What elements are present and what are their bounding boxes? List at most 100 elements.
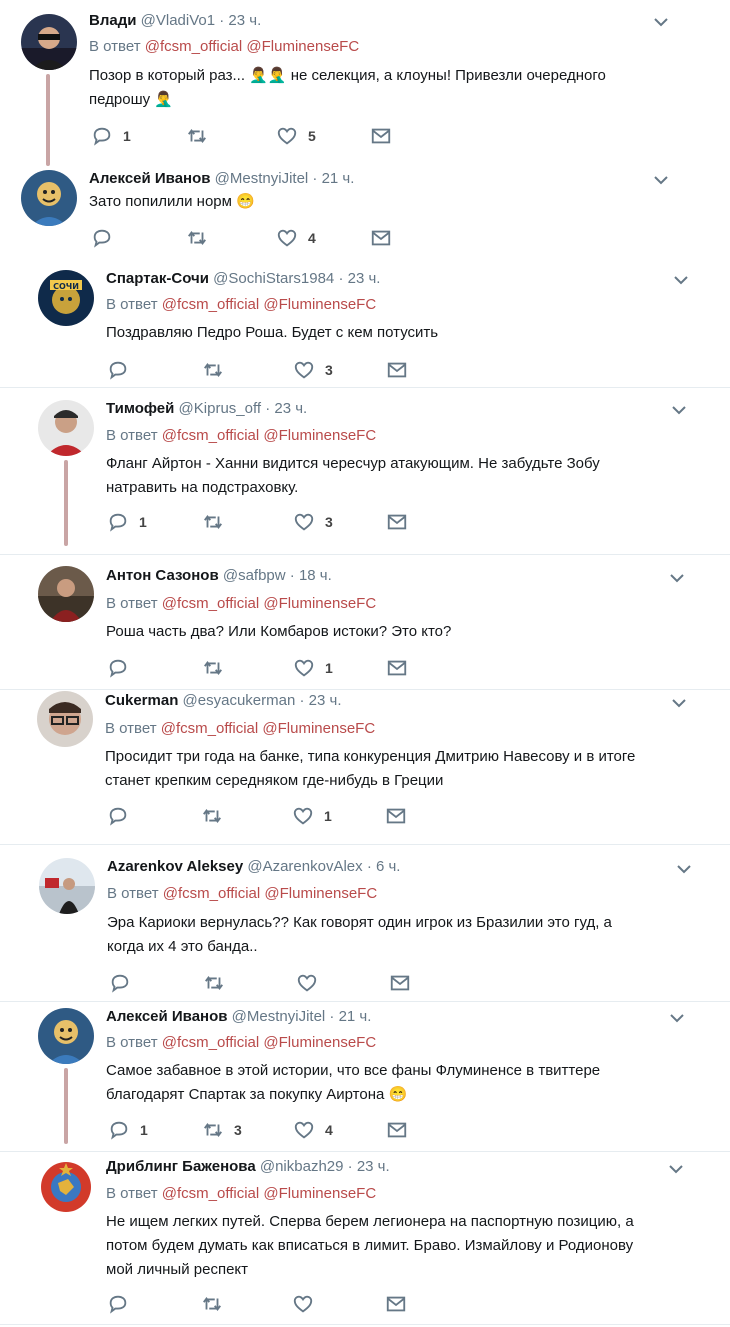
author-handle[interactable]: @MestnyiJitel	[215, 170, 309, 187]
author-name[interactable]: Алексей Иванов	[89, 170, 210, 187]
author-name[interactable]: Azarenkov Aleksey	[107, 858, 243, 875]
author-name[interactable]: Алексей Иванов	[106, 1008, 227, 1025]
tweet-text: Не ищем легких путей. Сперва берем легио…	[106, 1210, 634, 1282]
avatar[interactable]	[37, 691, 93, 747]
reply-button[interactable]	[107, 805, 139, 827]
message-button[interactable]	[385, 805, 407, 827]
mention-link[interactable]: @FluminenseFC	[246, 38, 359, 55]
avatar[interactable]: СОЧИ	[38, 270, 94, 326]
message-button[interactable]	[389, 972, 411, 994]
retweet-button[interactable]	[201, 805, 233, 827]
chevron-down-icon[interactable]	[653, 16, 669, 28]
author-handle[interactable]: @safbpw	[223, 567, 286, 584]
chevron-down-icon[interactable]	[669, 572, 685, 584]
chevron-down-icon[interactable]	[671, 697, 687, 709]
like-button[interactable]: 3	[293, 359, 333, 381]
retweet-button[interactable]	[202, 511, 234, 533]
message-button[interactable]	[386, 657, 408, 679]
tweet-time[interactable]: · 23 ч.	[338, 270, 380, 287]
mention-link[interactable]: @FluminenseFC	[263, 296, 376, 313]
author-handle[interactable]: @VladiVo1	[141, 12, 215, 29]
author-handle[interactable]: @Kiprus_off	[179, 400, 262, 417]
like-button[interactable]: 5	[276, 125, 316, 147]
mention-link[interactable]: @fcsm_official	[163, 885, 260, 902]
chevron-down-icon[interactable]	[653, 174, 669, 186]
tweet-time[interactable]: · 6 ч.	[367, 858, 401, 875]
mention-link[interactable]: @fcsm_official	[162, 1185, 259, 1202]
mention-link[interactable]: @FluminenseFC	[264, 885, 377, 902]
mention-link[interactable]: @fcsm_official	[162, 296, 259, 313]
reply-context: В ответ @fcsm_official @FluminenseFC	[106, 426, 376, 446]
message-button[interactable]	[386, 1119, 408, 1141]
avatar[interactable]	[38, 1159, 94, 1215]
avatar[interactable]	[21, 170, 77, 226]
retweet-button[interactable]	[203, 972, 235, 994]
avatar[interactable]	[39, 858, 95, 914]
mention-link[interactable]: @fcsm_official	[145, 38, 242, 55]
like-button[interactable]: 4	[293, 1119, 333, 1141]
author-handle[interactable]: @nikbazh29	[260, 1158, 344, 1175]
retweet-button[interactable]	[202, 657, 234, 679]
mention-link[interactable]: @fcsm_official	[162, 1034, 259, 1051]
mention-link[interactable]: @FluminenseFC	[263, 1034, 376, 1051]
tweet-time[interactable]: · 23 ч.	[348, 1158, 390, 1175]
author-handle[interactable]: @MestnyiJitel	[232, 1008, 326, 1025]
tweet-time[interactable]: · 23 ч.	[265, 400, 307, 417]
message-button[interactable]	[385, 1293, 407, 1315]
author-handle[interactable]: @esyacukerman	[183, 692, 296, 709]
reply-button[interactable]	[107, 657, 139, 679]
like-button[interactable]: 1	[292, 805, 332, 827]
reply-button[interactable]: 1	[107, 511, 147, 533]
reply-button[interactable]: 1	[108, 1119, 148, 1141]
mention-link[interactable]: @FluminenseFC	[262, 720, 375, 737]
author-handle[interactable]: @AzarenkovAlex	[247, 858, 362, 875]
reply-button[interactable]	[107, 359, 139, 381]
retweet-button[interactable]	[186, 227, 218, 249]
message-button[interactable]	[370, 227, 392, 249]
chevron-down-icon[interactable]	[671, 404, 687, 416]
reply-button[interactable]	[109, 972, 141, 994]
tweet-time[interactable]: · 21 ч.	[312, 170, 354, 187]
retweet-button[interactable]: 3	[202, 1119, 242, 1141]
like-button[interactable]	[296, 972, 328, 994]
like-button[interactable]	[292, 1293, 324, 1315]
retweet-button[interactable]	[201, 1293, 233, 1315]
mention-link[interactable]: @fcsm_official	[161, 720, 258, 737]
tweet: Дриблинг Баженова @nikbazh29 · 23 ч. В о…	[0, 1152, 730, 1324]
tweet-time[interactable]: · 23 ч.	[299, 692, 341, 709]
mention-link[interactable]: @fcsm_official	[162, 595, 259, 612]
author-name[interactable]: Дриблинг Баженова	[106, 1158, 256, 1175]
author-name[interactable]: Спартак-Сочи	[106, 270, 209, 287]
tweet-time[interactable]: · 18 ч.	[290, 567, 332, 584]
retweet-button[interactable]	[202, 359, 234, 381]
author-name[interactable]: Антон Сазонов	[106, 567, 219, 584]
author-name[interactable]: Влади	[89, 12, 136, 29]
like-button[interactable]: 1	[293, 657, 333, 679]
tweet-time[interactable]: · 21 ч.	[329, 1008, 371, 1025]
avatar[interactable]	[38, 400, 94, 456]
like-button[interactable]: 4	[276, 227, 316, 249]
author-handle[interactable]: @SochiStars1984	[213, 270, 334, 287]
message-button[interactable]	[386, 359, 408, 381]
author-name[interactable]: Тимофей	[106, 400, 174, 417]
chevron-down-icon[interactable]	[669, 1012, 685, 1024]
reply-button[interactable]	[91, 227, 123, 249]
mention-link[interactable]: @FluminenseFC	[263, 1185, 376, 1202]
avatar[interactable]	[38, 566, 94, 622]
message-button[interactable]	[386, 511, 408, 533]
mention-link[interactable]: @fcsm_official	[162, 427, 259, 444]
reply-button[interactable]: 1	[91, 125, 131, 147]
message-button[interactable]	[370, 125, 392, 147]
avatar[interactable]	[21, 14, 77, 70]
chevron-down-icon[interactable]	[676, 863, 692, 875]
mention-link[interactable]: @FluminenseFC	[263, 595, 376, 612]
like-button[interactable]: 3	[293, 511, 333, 533]
chevron-down-icon[interactable]	[673, 274, 689, 286]
chevron-down-icon[interactable]	[668, 1163, 684, 1175]
author-name[interactable]: Cukerman	[105, 692, 178, 709]
reply-button[interactable]	[107, 1293, 139, 1315]
retweet-button[interactable]	[186, 125, 218, 147]
tweet-time[interactable]: · 23 ч.	[219, 12, 261, 29]
avatar[interactable]	[38, 1008, 94, 1064]
mention-link[interactable]: @FluminenseFC	[263, 427, 376, 444]
